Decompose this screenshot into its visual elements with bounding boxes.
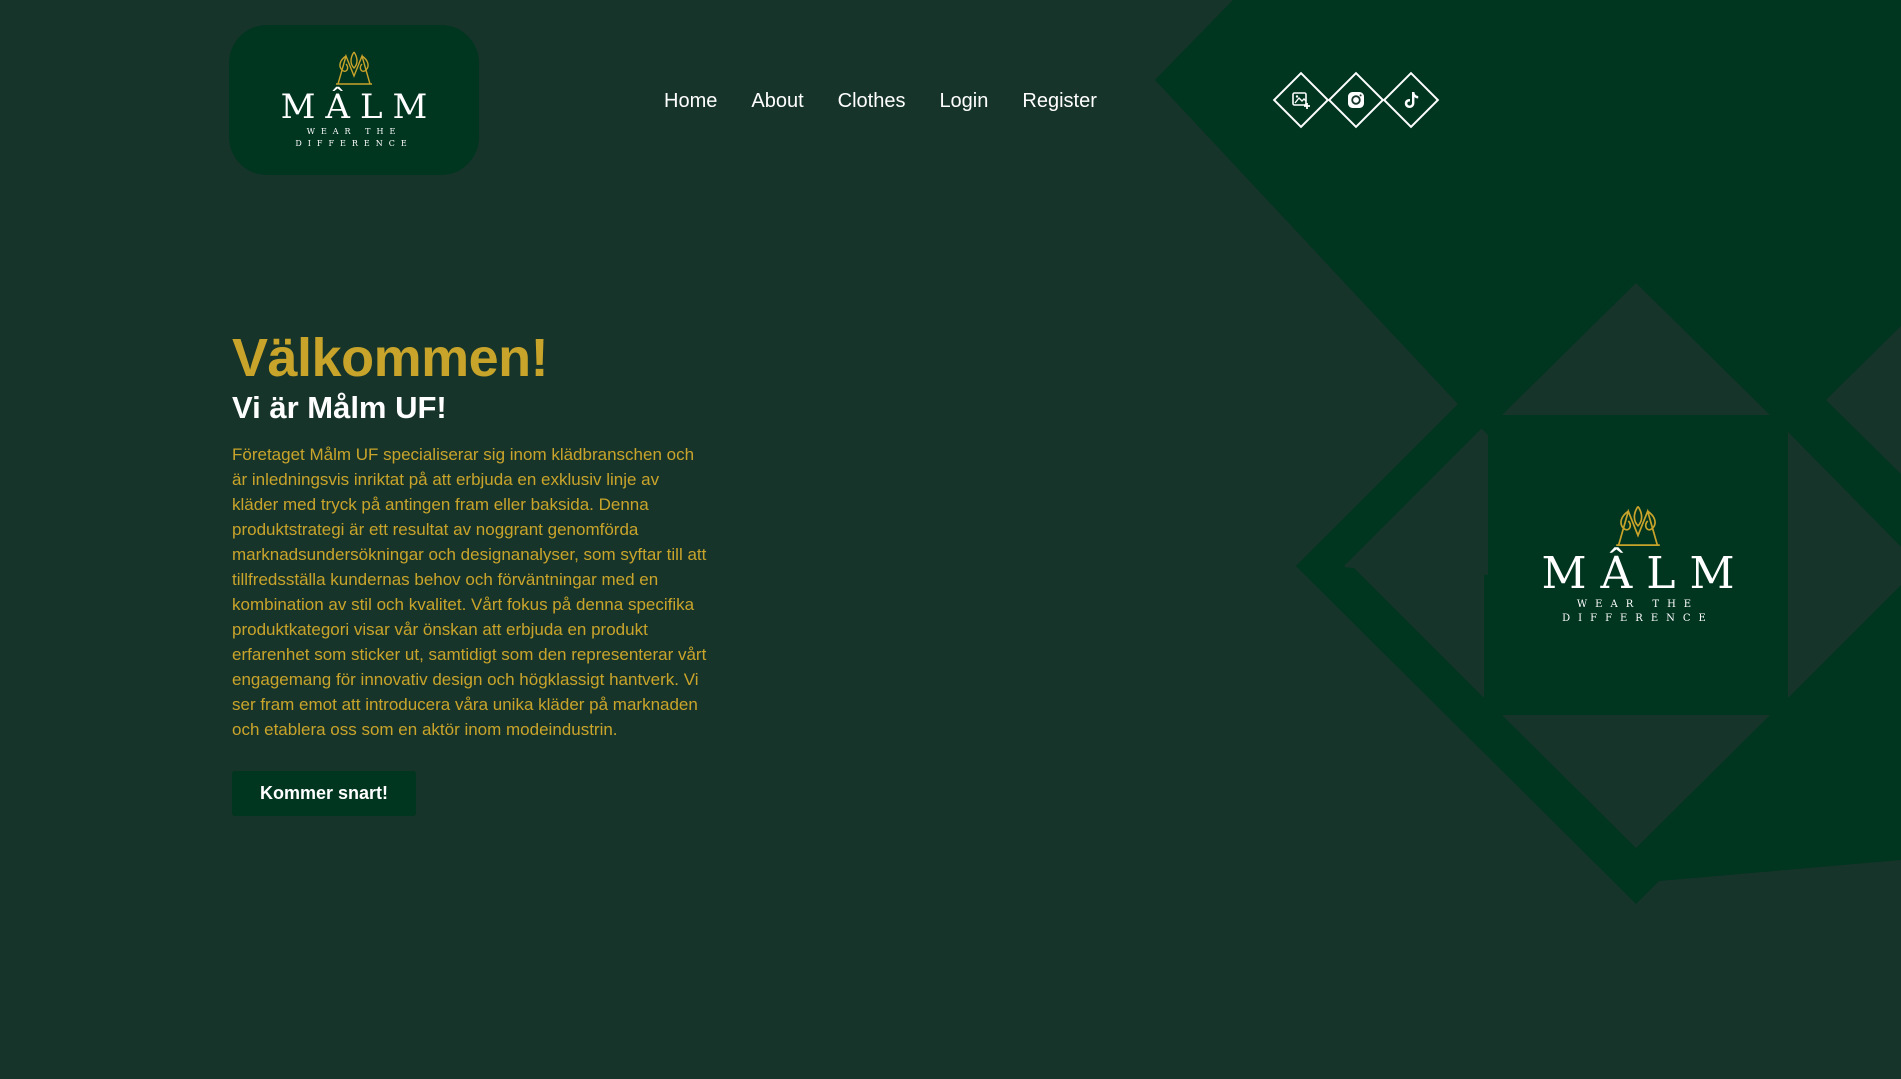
hero-subtitle: Vi är Målm UF! bbox=[232, 390, 447, 425]
tagline-line-2: DIFFERENCE bbox=[1562, 613, 1714, 624]
nav-about[interactable]: About bbox=[751, 86, 803, 116]
social-instagram-link[interactable] bbox=[1327, 71, 1385, 129]
hero-logo: MÂLM WEAR THE DIFFERENCE bbox=[1488, 415, 1788, 715]
nav-login[interactable]: Login bbox=[939, 86, 988, 116]
social-tiktok-link[interactable] bbox=[1382, 71, 1440, 129]
tiktok-icon bbox=[1404, 92, 1419, 108]
tagline-line-1: WEAR THE bbox=[1576, 599, 1700, 610]
social-image-link[interactable] bbox=[1272, 71, 1330, 129]
malm-monogram-icon bbox=[1616, 505, 1660, 547]
brand-name-large: MÂLM bbox=[1541, 548, 1749, 599]
brand-name: MÂLM bbox=[280, 87, 438, 127]
nav-home[interactable]: Home bbox=[664, 86, 717, 116]
main-nav: Home About Clothes Login Register bbox=[664, 86, 1097, 116]
header-logo[interactable]: MÂLM WEAR THE DIFFERENCE bbox=[229, 25, 479, 175]
tagline-line-2: DIFFERENCE bbox=[295, 139, 413, 148]
hero-title: Välkommen! bbox=[232, 328, 549, 388]
malm-monogram-icon bbox=[336, 51, 372, 85]
brand-tagline-large: WEAR THE DIFFERENCE bbox=[1562, 598, 1714, 626]
coming-soon-button[interactable]: Kommer snart! bbox=[232, 771, 417, 816]
nav-clothes[interactable]: Clothes bbox=[838, 86, 906, 116]
brand-tagline: WEAR THE DIFFERENCE bbox=[295, 126, 412, 150]
hero-body: Företaget Målm UF specialiserar sig inom… bbox=[232, 445, 707, 739]
image-plus-icon bbox=[1292, 92, 1310, 109]
tagline-line-1: WEAR THE bbox=[306, 127, 402, 136]
nav-register[interactable]: Register bbox=[1022, 86, 1096, 116]
hero-section: Välkommen! Vi är Målm UF! Företaget Målm… bbox=[232, 326, 712, 816]
instagram-icon bbox=[1348, 92, 1364, 108]
